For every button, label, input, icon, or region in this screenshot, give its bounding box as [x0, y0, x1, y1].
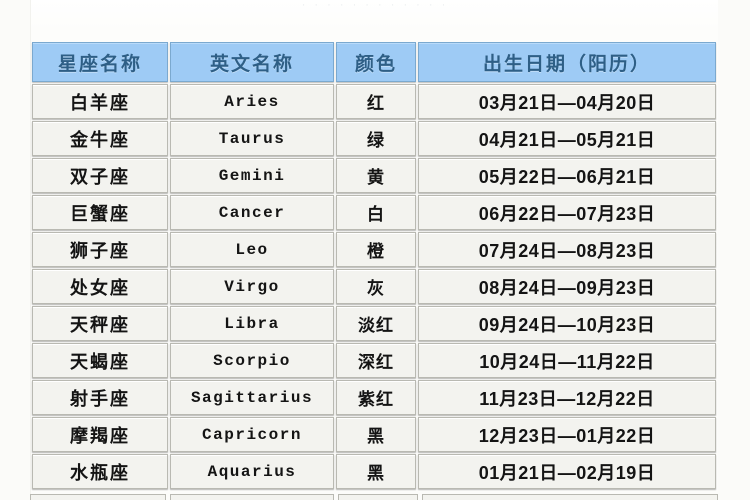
cell-birth-date: 04月21日—05月21日 [418, 121, 716, 156]
zodiac-table: 星座名称 英文名称 颜色 出生日期（阳历） 白羊座 Aries 红 03月21日—04… [30, 40, 718, 491]
cell-cn-name: 金牛座 [32, 121, 168, 156]
clipped-next-row [30, 494, 718, 500]
cell-cn-name: 白羊座 [32, 84, 168, 119]
cell-en-name: Virgo [170, 269, 334, 304]
cell-en-name: Capricorn [170, 417, 334, 452]
column-header-cn-name: 星座名称 [32, 42, 168, 82]
cell-cn-name: 天秤座 [32, 306, 168, 341]
cell-color: 灰 [336, 269, 416, 304]
cell-cn-name: 射手座 [32, 380, 168, 415]
cell-birth-date: 07月24日—08月23日 [418, 232, 716, 267]
cell-cn-name: 处女座 [32, 269, 168, 304]
table-row: 双子座 Gemini 黄 05月22日—06月21日 [32, 158, 716, 193]
table-row: 白羊座 Aries 红 03月21日—04月20日 [32, 84, 716, 119]
table-row: 金牛座 Taurus 绿 04月21日—05月21日 [32, 121, 716, 156]
cell-en-name: Taurus [170, 121, 334, 156]
cell-birth-date: 03月21日—04月20日 [418, 84, 716, 119]
table-row: 狮子座 Leo 橙 07月24日—08月23日 [32, 232, 716, 267]
cell-birth-date: 05月22日—06月21日 [418, 158, 716, 193]
table-row: 天秤座 Libra 淡红 09月24日—10月23日 [32, 306, 716, 341]
page-gutter-left [0, 0, 31, 500]
zodiac-table-container: 星座名称 英文名称 颜色 出生日期（阳历） 白羊座 Aries 红 03月21日—04… [30, 40, 718, 500]
cell-cn-name: 天蝎座 [32, 343, 168, 378]
table-row: 射手座 Sagittarius 紫红 11月23日—12月22日 [32, 380, 716, 415]
cell-cn-name: 摩羯座 [32, 417, 168, 452]
cell-birth-date: 11月23日—12月22日 [418, 380, 716, 415]
page-gutter-right [718, 0, 750, 500]
column-header-en-name: 英文名称 [170, 42, 334, 82]
table-row: 处女座 Virgo 灰 08月24日—09月23日 [32, 269, 716, 304]
cell-color: 绿 [336, 121, 416, 156]
cell-color: 橙 [336, 232, 416, 267]
column-header-birth-date: 出生日期（阳历） [418, 42, 716, 82]
cell-color: 黑 [336, 454, 416, 489]
cell-birth-date: 10月24日—11月22日 [418, 343, 716, 378]
cell-color: 淡红 [336, 306, 416, 341]
table-row: 天蝎座 Scorpio 深红 10月24日—11月22日 [32, 343, 716, 378]
cell-en-name: Cancer [170, 195, 334, 230]
header-row: 星座名称 英文名称 颜色 出生日期（阳历） [32, 42, 716, 82]
table-row: 巨蟹座 Cancer 白 06月22日—07月23日 [32, 195, 716, 230]
cell-color: 白 [336, 195, 416, 230]
column-header-color: 颜色 [336, 42, 416, 82]
cell-en-name: Leo [170, 232, 334, 267]
cell-birth-date: 06月22日—07月23日 [418, 195, 716, 230]
cell-color: 黑 [336, 417, 416, 452]
cell-en-name: Sagittarius [170, 380, 334, 415]
cell-color: 深红 [336, 343, 416, 378]
cell-birth-date: 01月21日—02月19日 [418, 454, 716, 489]
cell-en-name: Aquarius [170, 454, 334, 489]
cell-en-name: Gemini [170, 158, 334, 193]
table-header: 星座名称 英文名称 颜色 出生日期（阳历） [32, 42, 716, 82]
cell-color: 黄 [336, 158, 416, 193]
cell-cn-name: 巨蟹座 [32, 195, 168, 230]
cropped-text-remnant: · · · · · · · · · · · · [301, 0, 449, 11]
cell-birth-date: 12月23日—01月22日 [418, 417, 716, 452]
table-body: 白羊座 Aries 红 03月21日—04月20日 金牛座 Taurus 绿 04月21日—0… [32, 84, 716, 489]
cell-color: 红 [336, 84, 416, 119]
cell-en-name: Libra [170, 306, 334, 341]
table-row: 摩羯座 Capricorn 黑 12月23日—01月22日 [32, 417, 716, 452]
cell-color: 紫红 [336, 380, 416, 415]
cell-cn-name: 狮子座 [32, 232, 168, 267]
cell-birth-date: 09月24日—10月23日 [418, 306, 716, 341]
cell-en-name: Aries [170, 84, 334, 119]
document-page: · · · · · · · · · · · · 星座名称 英文名称 颜色 出生日… [0, 0, 750, 500]
cell-cn-name: 双子座 [32, 158, 168, 193]
table-row: 水瓶座 Aquarius 黑 01月21日—02月19日 [32, 454, 716, 489]
cell-cn-name: 水瓶座 [32, 454, 168, 489]
cell-birth-date: 08月24日—09月23日 [418, 269, 716, 304]
cell-en-name: Scorpio [170, 343, 334, 378]
